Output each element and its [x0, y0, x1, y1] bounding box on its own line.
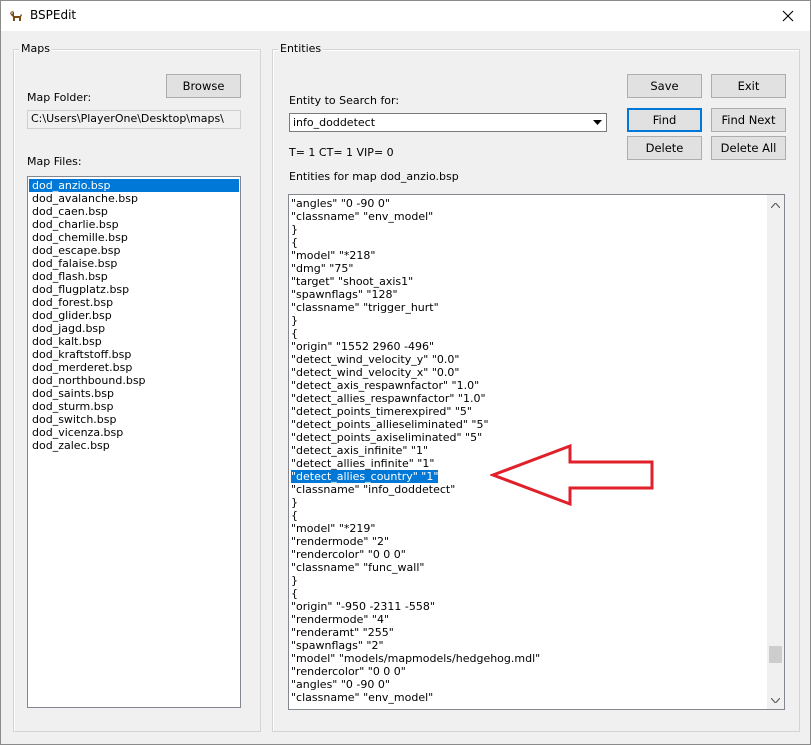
map-files-list[interactable]: dod_anzio.bsp dod_avalanche.bsp dod_caen.b…: [27, 176, 241, 708]
map-file-item[interactable]: dod_escape.bsp: [29, 244, 240, 257]
entity-text-line: "model" "*218": [291, 249, 376, 262]
map-file-item[interactable]: dod_switch.bsp: [29, 413, 240, 426]
red-arrow-annotation-icon: [490, 443, 654, 507]
map-file-item[interactable]: dod_sturm.bsp: [29, 400, 240, 413]
entity-text-line: "detect_allies_respawnfactor" "1.0": [291, 392, 486, 405]
entity-search-value: info_doddetect: [293, 116, 376, 129]
scroll-up-arrow-icon[interactable]: [767, 197, 784, 214]
entity-text-line: "model" "models/mapmodels/hedgehog.mdl": [291, 652, 541, 665]
map-file-item[interactable]: dod_jagd.bsp: [29, 322, 240, 335]
map-file-item[interactable]: dod_kraftstoff.bsp: [29, 348, 240, 361]
entity-text-line: "angles" "0 -90 0": [291, 197, 390, 210]
browse-button[interactable]: Browse: [166, 74, 241, 98]
entity-text-line: "renderamt" "255": [291, 626, 394, 639]
entity-text-line: "model" "*219": [291, 522, 376, 535]
maps-group-label: Maps: [19, 42, 52, 55]
map-file-item[interactable]: dod_zalec.bsp: [29, 439, 240, 452]
chevron-down-icon[interactable]: [589, 114, 606, 131]
entity-text-line: "detect_axis_respawnfactor" "1.0": [291, 379, 480, 392]
entity-text-line: "detect_points_allieseliminated" "5": [291, 418, 489, 431]
entity-search-combobox[interactable]: info_doddetect: [289, 113, 607, 132]
map-file-item[interactable]: dod_caen.bsp: [29, 205, 240, 218]
vertical-scrollbar[interactable]: [767, 195, 784, 709]
entity-text-line: }: [291, 223, 298, 236]
entity-text-line: "origin" "-950 -2311 -558": [291, 600, 435, 613]
entity-text-line: "rendermode" "2": [291, 535, 390, 548]
map-folder-label: Map Folder:: [27, 91, 92, 104]
counts-text: T= 1 CT= 1 VIP= 0: [289, 146, 394, 159]
entities-for-map-label: Entities for map dod_anzio.bsp: [289, 170, 459, 183]
entity-search-label: Entity to Search for:: [289, 94, 400, 107]
map-file-item[interactable]: dod_northbound.bsp: [29, 374, 240, 387]
dog-app-icon: [8, 7, 24, 23]
map-file-item[interactable]: dod_merderet.bsp: [29, 361, 240, 374]
entity-text-line: "rendermode" "4": [291, 613, 390, 626]
entity-text-line: {: [291, 587, 298, 600]
entity-text-line: "classname" "env_model": [291, 210, 434, 223]
entity-text-line: "classname" "trigger_hurt": [291, 301, 439, 314]
map-file-item[interactable]: dod_forest.bsp: [29, 296, 240, 309]
close-icon: [782, 10, 794, 21]
map-file-item[interactable]: dod_kalt.bsp: [29, 335, 240, 348]
map-file-item[interactable]: dod_vicenza.bsp: [29, 426, 240, 439]
map-file-item[interactable]: dod_chemille.bsp: [29, 231, 240, 244]
entity-text-line: {: [291, 509, 298, 522]
entity-text-line: "spawnflags" "128": [291, 288, 398, 301]
entity-text-line: "detect_wind_velocity_x" "0.0": [291, 366, 460, 379]
scroll-down-arrow-icon[interactable]: [767, 692, 784, 709]
entity-text-line: "spawnflags" "2": [291, 639, 384, 652]
map-file-item[interactable]: dod_charlie.bsp: [29, 218, 240, 231]
save-button[interactable]: Save: [627, 74, 702, 98]
entity-text-line: "detect_points_timerexpired" "5": [291, 405, 472, 418]
map-file-item[interactable]: dod_flugplatz.bsp: [29, 283, 240, 296]
scrollbar-thumb[interactable]: [769, 646, 782, 663]
window-title: BSPEdit: [30, 8, 77, 22]
map-file-item[interactable]: dod_falaise.bsp: [29, 257, 240, 270]
entity-text-line: "detect_wind_velocity_y" "0.0": [291, 353, 460, 366]
entity-text-line: {: [291, 327, 298, 340]
close-window-button[interactable]: [765, 0, 811, 31]
entity-text-line: "angles" "0 -90 0": [291, 678, 390, 691]
map-file-item[interactable]: dod_anzio.bsp: [29, 179, 239, 192]
entity-text-line: "classname" "func_wall": [291, 561, 425, 574]
map-file-item[interactable]: dod_saints.bsp: [29, 387, 240, 400]
entity-text-line: "rendercolor" "0 0 0": [291, 665, 406, 678]
entity-text-line: "origin" "1552 2960 -496": [291, 340, 434, 353]
entity-text-line: "dmg" "75": [291, 262, 354, 275]
map-file-item[interactable]: dod_glider.bsp: [29, 309, 240, 322]
delete-button[interactable]: Delete: [627, 136, 702, 160]
entity-text-line: {: [291, 236, 298, 249]
map-folder-field[interactable]: C:\Users\PlayerOne\Desktop\maps\: [27, 110, 241, 129]
entity-text-line: }: [291, 314, 298, 327]
entity-text-line: "rendercolor" "0 0 0": [291, 548, 406, 561]
map-files-label: Map Files:: [27, 155, 82, 168]
entity-text-line: "classname" "env_model": [291, 691, 434, 704]
map-file-item[interactable]: dod_avalanche.bsp: [29, 192, 240, 205]
find-next-button[interactable]: Find Next: [711, 108, 786, 132]
entity-text-line: "target" "shoot_axis1": [291, 275, 414, 288]
find-button[interactable]: Find: [627, 108, 702, 132]
delete-all-button[interactable]: Delete All: [711, 136, 786, 160]
entities-group-label: Entities: [278, 42, 324, 55]
entity-text-line: }: [291, 574, 298, 587]
title-bar: BSPEdit: [0, 0, 811, 31]
map-file-item[interactable]: dod_flash.bsp: [29, 270, 240, 283]
exit-button[interactable]: Exit: [711, 74, 786, 98]
